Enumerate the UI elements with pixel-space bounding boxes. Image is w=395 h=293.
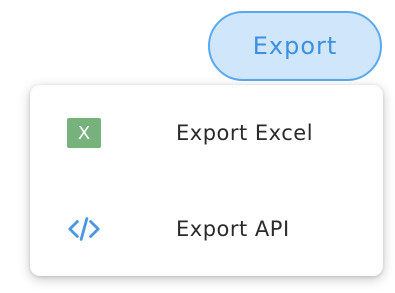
- export-dropdown-area: Export X Export Excel Export API: [0, 0, 395, 293]
- menu-item-export-api[interactable]: Export API: [30, 189, 383, 269]
- excel-icon-badge: X: [67, 118, 101, 148]
- code-icon: [67, 212, 101, 246]
- excel-icon: X: [67, 116, 101, 150]
- export-menu: X Export Excel Export API: [30, 85, 383, 276]
- export-button-label: Export: [252, 32, 338, 60]
- menu-item-label: Export API: [176, 217, 290, 241]
- menu-item-export-excel[interactable]: X Export Excel: [30, 93, 383, 173]
- code-icon-svg: [68, 217, 100, 241]
- export-button[interactable]: Export: [208, 11, 382, 81]
- menu-item-label: Export Excel: [176, 121, 314, 145]
